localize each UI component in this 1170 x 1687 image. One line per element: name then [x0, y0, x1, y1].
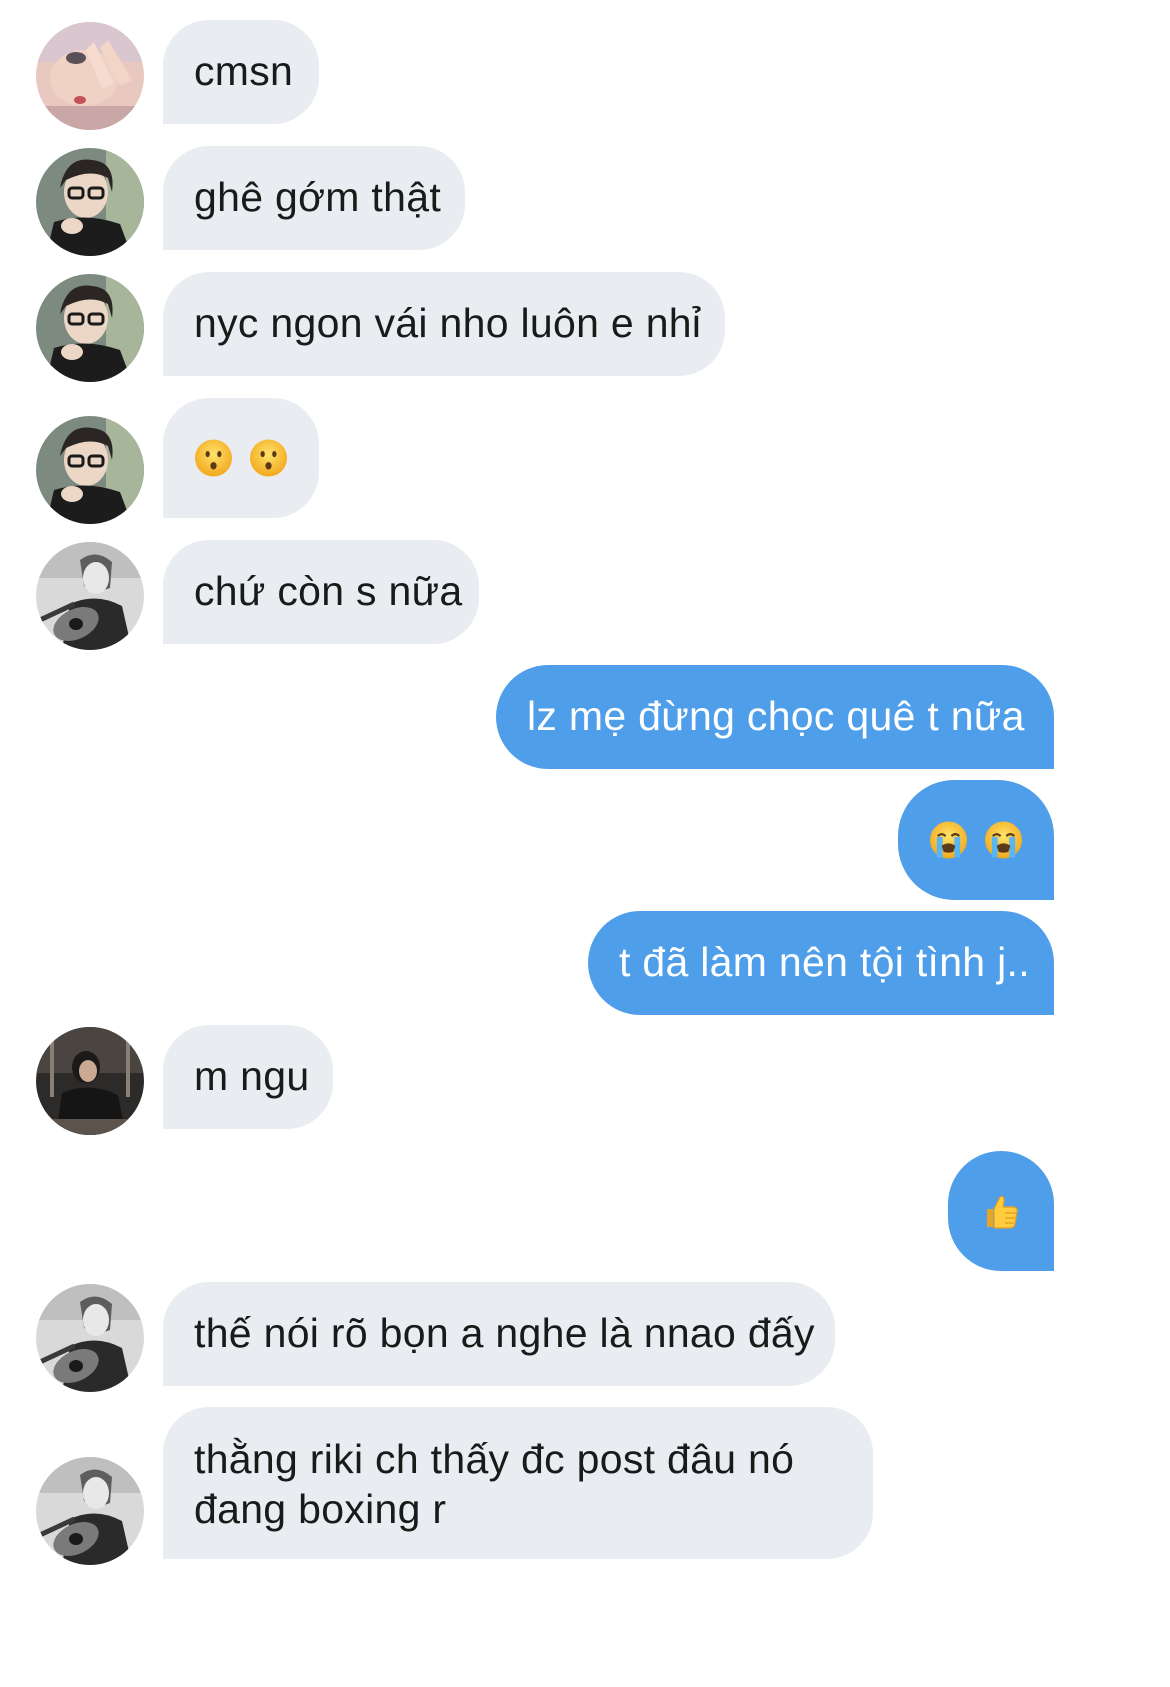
message-text: t đã làm nên tội tình j..: [619, 939, 1030, 985]
emoji-group: [929, 780, 1023, 900]
message-bubble[interactable]: nyc ngon vái nho luôn e nhỉ: [163, 272, 725, 376]
message-row: cmsn: [0, 20, 1170, 130]
message-text: lz mẹ đừng chọc quê t nữa: [527, 693, 1025, 739]
message-text: nyc ngon vái nho luôn e nhỉ: [194, 300, 702, 346]
message-row: chứ còn s nữa: [0, 540, 1170, 650]
message-bubble[interactable]: thế nói rõ bọn a nghe là nnao đấy: [163, 1282, 835, 1386]
message-bubble[interactable]: cmsn: [163, 20, 319, 124]
message-bubble[interactable]: ghê gớm thật: [163, 146, 465, 250]
emoji-group: [194, 398, 288, 518]
message-row: m ngu: [0, 1025, 1170, 1135]
hushed-face-icon: [194, 439, 233, 477]
emoji-group: [981, 1151, 1021, 1271]
message-row: t đã làm nên tội tình j..: [0, 911, 1170, 1015]
avatar-hand-photo-icon[interactable]: [36, 22, 144, 130]
avatar-dark-jacket-guy-icon[interactable]: [36, 1027, 144, 1135]
message-row: lz mẹ đừng chọc quê t nữa: [0, 665, 1170, 769]
loudly-crying-face-icon: [929, 821, 968, 859]
message-row: [0, 1151, 1170, 1271]
message-bubble[interactable]: lz mẹ đừng chọc quê t nữa: [496, 665, 1054, 769]
message-bubble[interactable]: [948, 1151, 1054, 1271]
message-bubble[interactable]: [898, 780, 1054, 900]
avatar-glasses-guy-icon[interactable]: [36, 148, 144, 256]
loudly-crying-face-icon: [984, 821, 1023, 859]
message-row: thằng riki ch thấy đc post đâu nó đang b…: [0, 1407, 1170, 1565]
avatar-guitar-guy-icon[interactable]: [36, 542, 144, 650]
message-bubble[interactable]: [163, 398, 319, 518]
avatar-glasses-guy-icon[interactable]: [36, 416, 144, 524]
message-text: chứ còn s nữa: [194, 568, 463, 614]
message-bubble[interactable]: chứ còn s nữa: [163, 540, 479, 644]
message-text: cmsn: [194, 48, 294, 94]
message-bubble[interactable]: m ngu: [163, 1025, 333, 1129]
message-text: m ngu: [194, 1053, 310, 1099]
message-text: thế nói rõ bọn a nghe là nnao đấy: [194, 1310, 815, 1356]
avatar-guitar-guy-icon[interactable]: [36, 1457, 144, 1565]
message-row: ghê gớm thật: [0, 146, 1170, 256]
message-row: [0, 398, 1170, 524]
message-bubble[interactable]: thằng riki ch thấy đc post đâu nó đang b…: [163, 1407, 873, 1559]
hushed-face-icon: [249, 439, 288, 477]
message-bubble[interactable]: t đã làm nên tội tình j..: [588, 911, 1054, 1015]
message-row: thế nói rõ bọn a nghe là nnao đấy: [0, 1282, 1170, 1392]
message-text: thằng riki ch thấy đc post đâu nó đang b…: [194, 1436, 795, 1532]
avatar-glasses-guy-icon[interactable]: [36, 274, 144, 382]
message-text: ghê gớm thật: [194, 174, 442, 220]
message-row: nyc ngon vái nho luôn e nhỉ: [0, 272, 1170, 382]
message-row: [0, 780, 1170, 900]
avatar-guitar-guy-icon[interactable]: [36, 1284, 144, 1392]
thumbs-up-icon: [987, 1195, 1018, 1229]
